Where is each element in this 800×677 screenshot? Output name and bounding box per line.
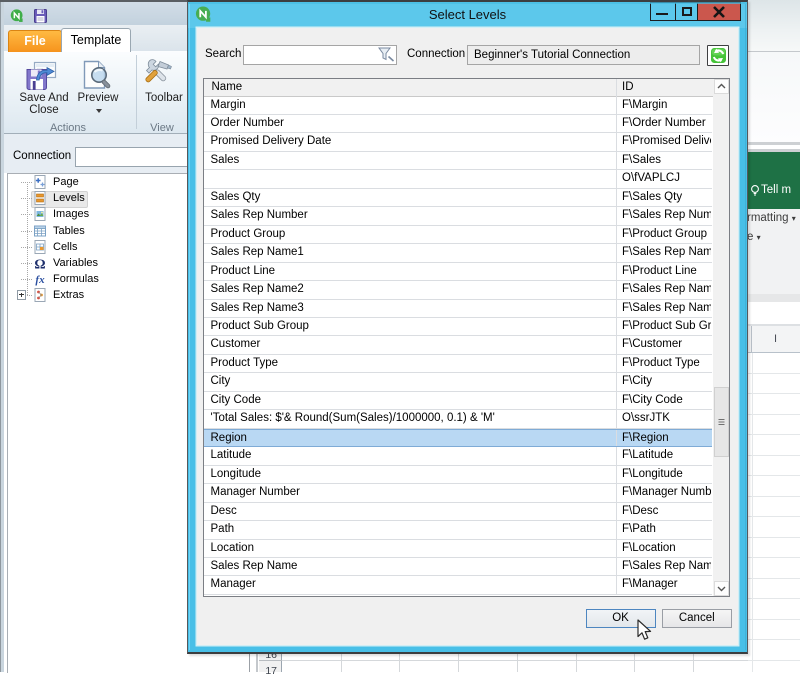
svg-text:Ω: Ω [34, 257, 45, 270]
svg-text:fx: fx [35, 274, 45, 286]
